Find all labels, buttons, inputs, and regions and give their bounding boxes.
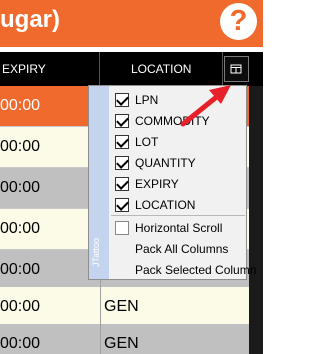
annotation-arrow-icon [180,85,231,127]
